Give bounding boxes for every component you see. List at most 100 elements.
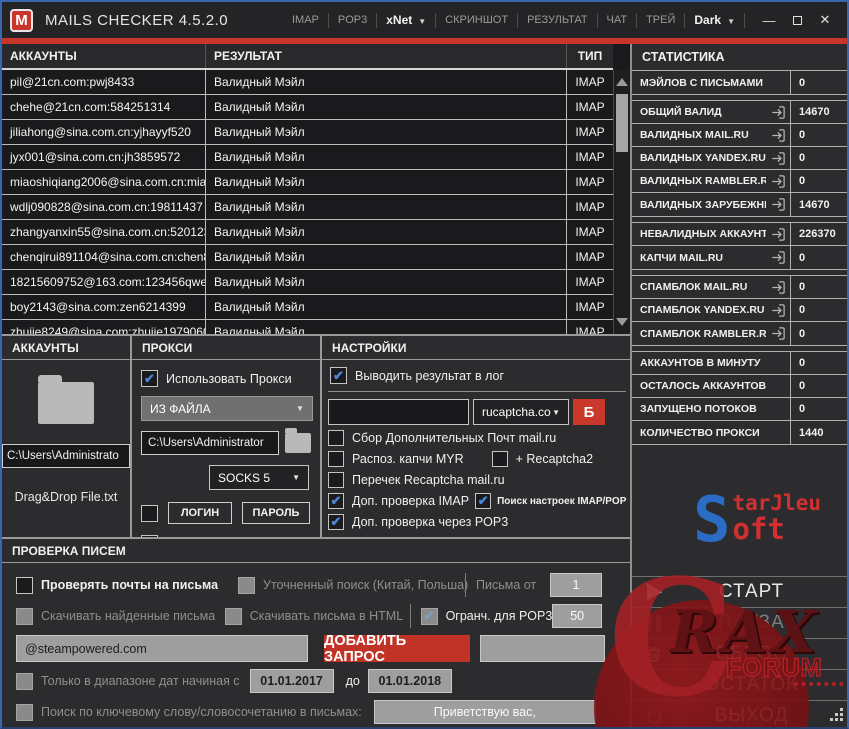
export-icon[interactable] bbox=[766, 147, 790, 169]
proxy-file-path[interactable]: C:\Users\Administrator bbox=[141, 431, 279, 455]
letters-from-input[interactable]: 1 bbox=[550, 573, 602, 597]
stat-row: ВАЛИДНЫХ MAIL.RU 0 bbox=[632, 124, 847, 147]
scroll-down-icon[interactable] bbox=[616, 318, 628, 326]
captcha-service-dropdown[interactable]: rucaptcha.co ▼ bbox=[473, 399, 569, 425]
rest-button[interactable]: ОСТАТОК bbox=[632, 669, 847, 700]
table-row[interactable]: zhujie8249@sina.com:zhujie1979060 Валидн… bbox=[2, 320, 613, 334]
pop3-check-checkbox[interactable] bbox=[328, 514, 344, 530]
export-icon[interactable] bbox=[766, 246, 790, 269]
proxy-source-dropdown[interactable]: ИЗ ФАЙЛА ▼ bbox=[141, 396, 313, 421]
recaptcha-mailru-checkbox[interactable] bbox=[328, 472, 344, 488]
stat-label: АККАУНТОВ В МИНУТУ bbox=[640, 357, 761, 369]
keyword-input[interactable]: Приветствую вас, bbox=[373, 700, 596, 724]
start-button[interactable]: СТАРТ bbox=[632, 576, 847, 607]
date-to-word: до bbox=[345, 674, 360, 688]
recaptcha2-checkbox[interactable] bbox=[491, 451, 508, 467]
export-icon[interactable] bbox=[766, 223, 790, 245]
pop3-limit-checkbox[interactable] bbox=[420, 607, 438, 625]
result-cell: Валидный Мэйл bbox=[206, 245, 567, 269]
download-html-label: Скачивать письма в HTML bbox=[249, 609, 404, 623]
stat-label: КОЛИЧЕСТВО ПРОКСИ bbox=[640, 426, 760, 439]
trash-icon bbox=[632, 645, 676, 663]
minimize-button[interactable]: — bbox=[755, 13, 783, 28]
brand-top-text: tarJleu bbox=[732, 491, 821, 515]
account-cell: boy2143@sina.com:zen6214399 bbox=[2, 295, 206, 319]
table-body: pil@21cn.com:pwj8433 Валидный Мэйл IMAP … bbox=[2, 70, 613, 334]
export-icon[interactable] bbox=[766, 322, 790, 345]
table-row[interactable]: 18215609752@163.com:123456qwer Валидный … bbox=[2, 270, 613, 295]
table-row[interactable]: chenqirui891104@sina.com.cn:chen8 Валидн… bbox=[2, 245, 613, 270]
menu-chat[interactable]: ЧАТ bbox=[598, 14, 637, 26]
export-icon[interactable] bbox=[766, 193, 790, 216]
export-icon[interactable] bbox=[766, 299, 790, 321]
chevron-down-icon: ▼ bbox=[418, 17, 427, 26]
close-button[interactable]: ✕ bbox=[811, 12, 839, 28]
export-icon[interactable] bbox=[766, 170, 790, 192]
myr-captcha-checkbox[interactable] bbox=[328, 451, 344, 467]
download-html-checkbox[interactable] bbox=[224, 607, 242, 625]
date-range-checkbox[interactable] bbox=[16, 672, 33, 690]
menu-pop3[interactable]: POP3 bbox=[329, 14, 376, 26]
menu-tray[interactable]: ТРЕЙ bbox=[637, 14, 684, 26]
resize-grip[interactable] bbox=[823, 701, 843, 721]
table-row[interactable]: jyx001@sina.com.cn:jh3859572 Валидный Мэ… bbox=[2, 145, 613, 170]
type-cell: IMAP bbox=[575, 250, 605, 264]
imap-pop-search-checkbox[interactable] bbox=[475, 493, 492, 509]
menu-xnet-dropdown[interactable]: xNet ▼ bbox=[377, 13, 435, 27]
date-from-input[interactable]: 01.01.2017 bbox=[249, 669, 334, 693]
table-row[interactable]: miaoshiqiang2006@sina.com.cn:miao Валидн… bbox=[2, 170, 613, 195]
table-row[interactable]: boy2143@sina.com:zen6214399 Валидный Мэй… bbox=[2, 295, 613, 320]
balance-button[interactable]: Б bbox=[573, 399, 605, 425]
reset-button[interactable]: СБРОС bbox=[632, 638, 847, 669]
table-scrollbar[interactable] bbox=[613, 70, 630, 334]
collect-mailru-label: Сбор Дополнительных Почт mail.ru bbox=[352, 431, 557, 445]
download-found-checkbox[interactable] bbox=[16, 607, 33, 625]
date-to-input[interactable]: 01.01.2018 bbox=[367, 669, 452, 693]
proxy-auth-checkbox[interactable] bbox=[141, 504, 158, 522]
scrollbar-thumb[interactable] bbox=[616, 94, 628, 152]
export-icon[interactable] bbox=[766, 276, 790, 298]
type-cell: IMAP bbox=[575, 225, 605, 239]
proxy-type-dropdown[interactable]: SOCKS 5 ▼ bbox=[209, 465, 309, 490]
table-row[interactable]: wdlj090828@sina.com.cn:19811437 Валидный… bbox=[2, 195, 613, 220]
collect-mailru-checkbox[interactable] bbox=[328, 430, 344, 446]
query-input[interactable]: @steampowered.com bbox=[16, 635, 308, 662]
theme-dropdown[interactable]: Dark ▼ bbox=[685, 13, 744, 27]
menu-imap[interactable]: IMAP bbox=[283, 14, 328, 26]
recaptcha-mailru-label: Перечек Recaptcha mail.ru bbox=[352, 473, 505, 487]
stat-value: 226370 bbox=[790, 223, 847, 245]
add-query-button[interactable]: ДОБАВИТЬ ЗАПРОС bbox=[324, 633, 470, 665]
brand-s: S bbox=[693, 483, 731, 556]
chevron-down-icon: ▼ bbox=[292, 473, 300, 482]
check-mails-checkbox[interactable] bbox=[16, 576, 33, 594]
table-row[interactable]: pil@21cn.com:pwj8433 Валидный Мэйл IMAP bbox=[2, 70, 613, 95]
export-icon[interactable] bbox=[766, 124, 790, 146]
menu-screenshot[interactable]: СКРИНШОТ bbox=[436, 14, 517, 26]
imap-check-checkbox[interactable] bbox=[328, 493, 344, 509]
captcha-key-input[interactable] bbox=[328, 399, 469, 425]
login-button[interactable]: ЛОГИН bbox=[168, 502, 232, 524]
export-icon[interactable] bbox=[766, 101, 790, 123]
maximize-button[interactable] bbox=[783, 13, 811, 28]
folder-icon[interactable] bbox=[38, 375, 94, 424]
log-output-checkbox[interactable] bbox=[330, 367, 347, 384]
menu-result[interactable]: РЕЗУЛЬТАТ bbox=[518, 14, 596, 26]
column-header-accounts[interactable]: АККАУНТЫ bbox=[2, 44, 206, 68]
query-extra-input[interactable] bbox=[480, 635, 605, 662]
browse-folder-icon[interactable] bbox=[284, 428, 311, 453]
exit-button[interactable]: ВЫХОД bbox=[632, 700, 847, 727]
use-proxy-checkbox[interactable] bbox=[141, 370, 158, 387]
password-button[interactable]: ПАРОЛЬ bbox=[242, 502, 310, 524]
keyword-search-checkbox[interactable] bbox=[16, 703, 33, 721]
table-row[interactable]: jiliahong@sina.com.cn:yjhayyf520 Валидны… bbox=[2, 120, 613, 145]
table-row[interactable]: chehe@21cn.com:584251314 Валидный Мэйл I… bbox=[2, 95, 613, 120]
column-header-result[interactable]: РЕЗУЛЬТАТ bbox=[206, 44, 567, 68]
scroll-up-icon[interactable] bbox=[616, 78, 628, 86]
table-row[interactable]: zhangyanxin55@sina.com.cn:520123 Валидны… bbox=[2, 220, 613, 245]
accounts-file-path[interactable]: C:\Users\Administrato bbox=[2, 444, 130, 468]
pop3-limit-input[interactable]: 50 bbox=[552, 604, 602, 628]
refined-search-checkbox[interactable] bbox=[238, 576, 255, 594]
stat-group: МЭЙЛОВ С ПИСЬМАМИ 0 bbox=[632, 70, 847, 95]
pause-button[interactable]: ПАУЗА bbox=[632, 607, 847, 638]
column-header-type[interactable]: ТИП bbox=[567, 44, 613, 68]
